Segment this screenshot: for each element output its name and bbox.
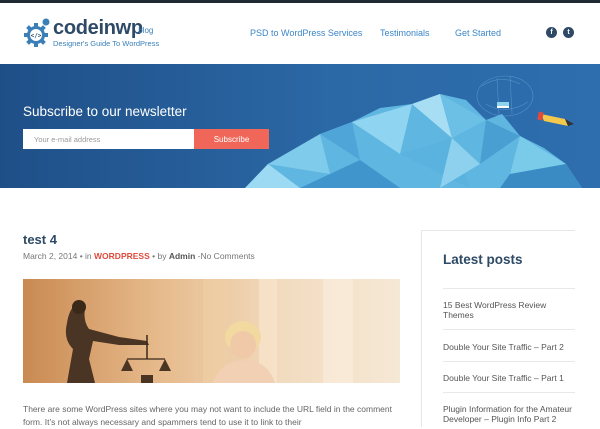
post-title[interactable]: test 4 — [23, 232, 57, 247]
newsletter-banner: Subscribe to our newsletter Subscribe — [0, 64, 600, 188]
latest-post-link[interactable]: Double Your Site Traffic – Part 2 — [443, 342, 575, 352]
site-header: </> codeinwp .blog Designer's Guide To W… — [0, 3, 600, 64]
svg-text:</>: </> — [31, 33, 42, 40]
logo-tld: .blog — [136, 26, 154, 35]
post-date: March 2, 2014 — [23, 251, 78, 261]
sidebar-divider — [443, 288, 575, 289]
post-author-link[interactable]: Admin — [169, 251, 195, 261]
gear-code-icon: </> — [24, 18, 50, 47]
meta-by-text: • by — [149, 251, 169, 261]
sidebar-divider — [443, 329, 575, 330]
sidebar-top-border — [421, 230, 575, 231]
sidebar-divider — [443, 392, 575, 393]
facebook-icon[interactable]: f — [546, 27, 557, 38]
latest-post-link[interactable]: 15 Best WordPress Review Themes — [443, 300, 575, 320]
nav-get-started[interactable]: Get Started — [455, 28, 501, 38]
iceberg-illustration — [245, 75, 582, 188]
email-input[interactable] — [23, 129, 194, 149]
latest-post-link[interactable]: Double Your Site Traffic – Part 1 — [443, 373, 575, 383]
latest-posts-title: Latest posts — [443, 252, 523, 267]
lady-justice-photo — [23, 279, 400, 383]
site-logo[interactable]: </> codeinwp .blog Designer's Guide To W… — [22, 17, 162, 53]
post-category-link[interactable]: WORDPRESS — [94, 251, 150, 261]
twitter-icon[interactable]: t — [563, 27, 574, 38]
post-featured-image[interactable] — [23, 279, 400, 383]
post-meta: March 2, 2014 • in WORDPRESS • by Admin … — [23, 251, 255, 261]
sidebar-divider — [443, 361, 575, 362]
subscribe-button[interactable]: Subscribe — [194, 129, 269, 149]
logo-wordmark: codeinwp — [53, 17, 143, 39]
post-comments-link[interactable]: -No Comments — [195, 251, 255, 261]
sidebar-border — [421, 230, 422, 427]
nav-testimonials[interactable]: Testimonials — [380, 28, 430, 38]
latest-post-link[interactable]: Plugin Information for the Amateur Devel… — [443, 404, 575, 424]
logo-tagline: Designer's Guide To WordPress — [53, 39, 160, 48]
meta-in-text: • in — [77, 251, 95, 261]
post-excerpt: There are some WordPress sites where you… — [23, 404, 392, 427]
nav-psd-to-wordpress[interactable]: PSD to WordPress Services — [250, 28, 362, 38]
newsletter-title: Subscribe to our newsletter — [23, 104, 187, 119]
